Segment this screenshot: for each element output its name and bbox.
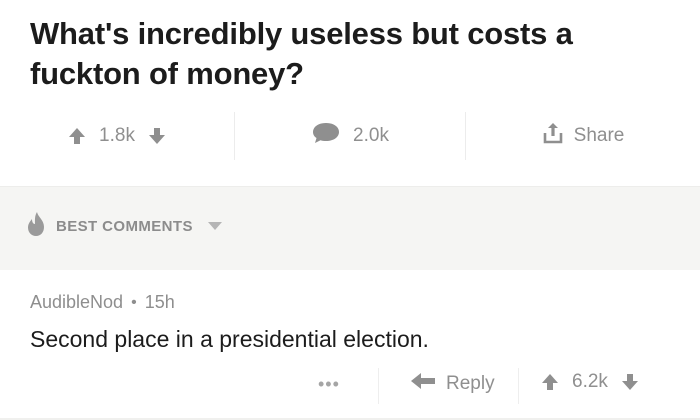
flame-icon: [26, 211, 46, 241]
share-label: Share: [573, 125, 625, 146]
comment-body: Second place in a presidential election.: [30, 326, 429, 352]
divider: [518, 368, 519, 404]
downvote-icon[interactable]: [620, 372, 640, 392]
comment-vote-control: 6.2k: [540, 371, 640, 393]
post-vote-count: 1.8k: [99, 125, 135, 146]
comment-author[interactable]: AudibleNod: [30, 292, 123, 313]
speech-bubble-icon: [311, 121, 341, 151]
comment-action-bar: ••• Reply 6.2k: [0, 368, 700, 404]
divider: [378, 368, 379, 404]
post-title: What's incredibly useless but costs a fu…: [30, 16, 573, 91]
upvote-icon[interactable]: [540, 372, 560, 392]
comment-meta: AudibleNod • 15h: [30, 292, 175, 313]
more-options-button[interactable]: •••: [318, 374, 340, 395]
comment-vote-count: 6.2k: [572, 371, 608, 392]
sort-label: BEST COMMENTS: [56, 217, 193, 235]
post-header: What's incredibly useless but costs a fu…: [0, 0, 700, 108]
reply-label: Reply: [446, 373, 495, 394]
reply-button[interactable]: Reply: [410, 371, 495, 397]
share-button[interactable]: Share: [466, 112, 700, 160]
comment-age: 15h: [144, 292, 175, 312]
share-icon: [542, 121, 564, 151]
comment: AudibleNod • 15h Second place in a presi…: [0, 270, 700, 420]
meta-separator: •: [131, 293, 137, 311]
sort-dropdown[interactable]: BEST COMMENTS: [26, 211, 223, 241]
chevron-down-icon: [207, 218, 223, 235]
post-action-bar: 1.8k 2.0k Share: [0, 108, 700, 164]
comment-count: 2.0k: [353, 125, 389, 146]
reply-arrow-icon: [410, 371, 436, 397]
post-vote-control: 1.8k: [0, 112, 234, 160]
comments-button[interactable]: 2.0k: [234, 112, 466, 160]
upvote-icon[interactable]: [67, 126, 87, 146]
downvote-icon[interactable]: [147, 126, 167, 146]
